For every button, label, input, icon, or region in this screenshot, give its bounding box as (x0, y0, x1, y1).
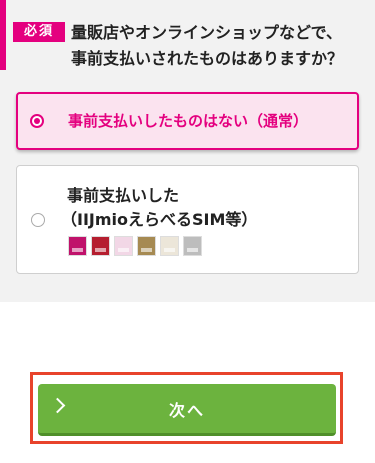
option-no-prepayment[interactable]: 事前支払いしたものはない（通常） (16, 92, 359, 150)
sim-card-image-1 (68, 236, 87, 256)
sim-card-image-5 (160, 236, 179, 256)
radio-selected-icon[interactable] (30, 114, 44, 128)
option-label-line1: 事前支払いした (67, 186, 180, 205)
accent-bar (0, 0, 6, 70)
option-label: 事前支払いしたものはない（通常） (68, 112, 309, 130)
sim-card-images (68, 236, 202, 256)
radio-unselected-icon[interactable] (31, 213, 45, 227)
question-panel: 必須 量販店やオンラインショップなどで、 事前支払いされたものはありますか？ 事… (0, 0, 375, 302)
next-button[interactable]: 次へ (38, 384, 336, 436)
next-button-label: 次へ (168, 401, 205, 420)
sim-card-image-2 (91, 236, 110, 256)
option-label-line2: （IIJmioえらべるSIM等） (61, 210, 258, 229)
required-badge: 必須 (13, 22, 65, 42)
question-text: 量販店やオンラインショップなどで、 事前支払いされたものはありますか？ (71, 23, 344, 68)
sim-card-image-4 (137, 236, 156, 256)
option-prepaid[interactable]: 事前支払いした （IIJmioえらべるSIM等） (16, 165, 359, 274)
sim-card-image-6 (183, 236, 202, 256)
sim-card-image-3 (114, 236, 133, 256)
